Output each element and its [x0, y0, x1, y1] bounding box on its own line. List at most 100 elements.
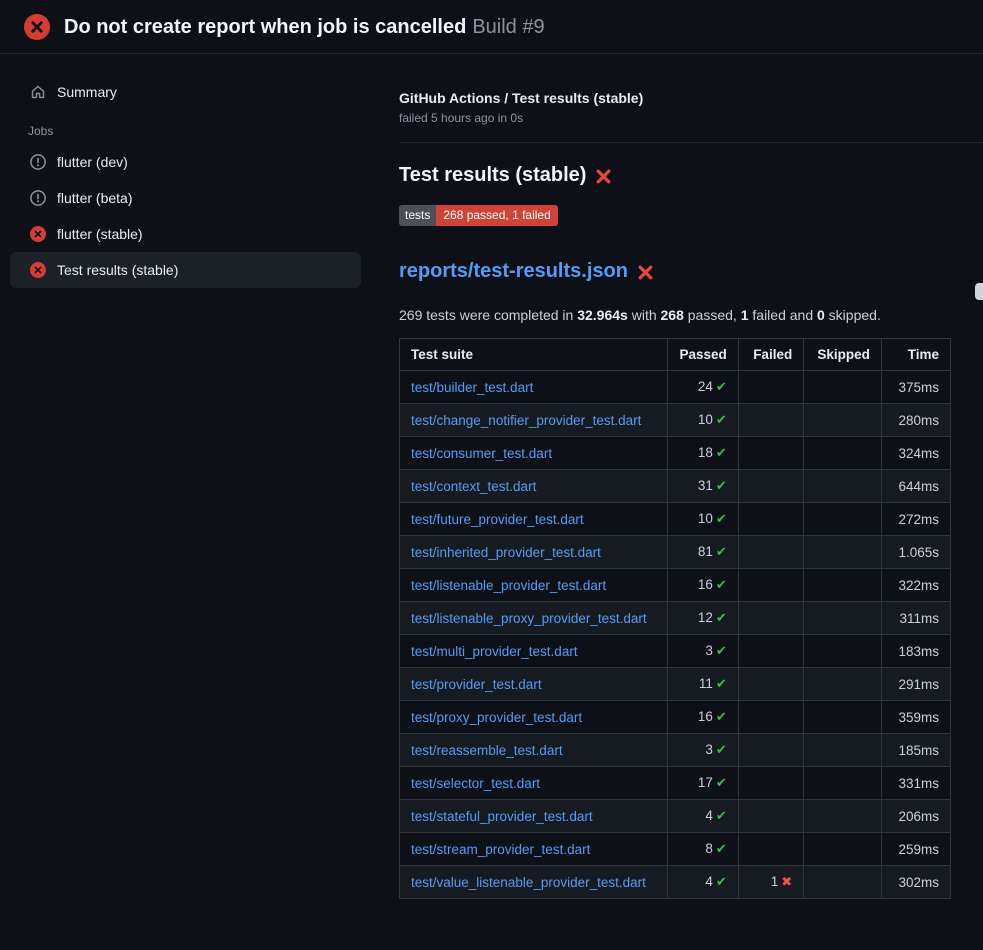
time-cell: 206ms	[881, 800, 950, 833]
passed-cell: 18✔	[668, 437, 738, 470]
time-cell: 185ms	[881, 734, 950, 767]
x-circle-fill-icon	[30, 262, 46, 278]
table-row: test/value_listenable_provider_test.dart…	[400, 866, 951, 899]
passed-cell: 11✔	[668, 668, 738, 701]
table-row: test/selector_test.dart17✔331ms	[400, 767, 951, 800]
skipped-cell	[804, 470, 882, 503]
suite-link[interactable]: test/value_listenable_provider_test.dart	[411, 875, 646, 890]
suite-link[interactable]: test/consumer_test.dart	[411, 446, 552, 461]
check-icon: ✔	[716, 808, 727, 823]
check-icon: ✔	[716, 412, 727, 427]
suite-link[interactable]: test/stateful_provider_test.dart	[411, 809, 593, 824]
table-row: test/provider_test.dart 11✔ 291ms	[400, 668, 951, 701]
summary-line: 269 tests were completed in 32.964s with…	[399, 307, 983, 323]
failed-cell	[738, 503, 803, 536]
sidebar-job-item[interactable]: flutter (stable)	[10, 216, 361, 252]
suite-link[interactable]: test/stream_provider_test.dart	[411, 842, 590, 857]
page-title: Do not create report when job is cancell…	[64, 16, 466, 38]
skipped-cell	[804, 800, 882, 833]
passed-cell: 4✔	[668, 866, 738, 899]
topbar: Do not create report when job is cancell…	[0, 0, 983, 54]
passed-cell: 8✔	[668, 833, 738, 866]
column-header: Skipped	[804, 339, 882, 371]
check-icon: ✔	[716, 577, 727, 592]
suite-link[interactable]: test/reassemble_test.dart	[411, 743, 563, 758]
sidebar-job-item[interactable]: flutter (dev)	[10, 144, 361, 180]
suite-cell: test/change_notifier_provider_test.dart	[400, 404, 668, 437]
skipped-cell	[804, 569, 882, 602]
table-row: test/multi_provider_test.dart3✔183ms	[400, 635, 951, 668]
suite-cell: test/proxy_provider_test.dart	[400, 701, 668, 734]
suite-cell: test/builder_test.dart	[400, 371, 668, 404]
passed-cell: 3✔	[668, 734, 738, 767]
section-heading-text: Test results (stable)	[399, 164, 586, 187]
passed-cell: 16✔	[668, 569, 738, 602]
badge-value: 268 passed, 1 failed	[436, 205, 557, 226]
skipped-cell	[804, 635, 882, 668]
table-row: test/listenable_provider_test.dart16✔322…	[400, 569, 951, 602]
failed-cell	[738, 602, 803, 635]
alert-circle-icon	[30, 154, 46, 170]
job-label: Test results (stable)	[57, 262, 178, 278]
suite-link[interactable]: test/listenable_proxy_provider_test.dart	[411, 611, 647, 626]
breadcrumb: GitHub Actions / Test results (stable)	[399, 90, 983, 106]
check-icon: ✔	[716, 841, 727, 856]
passed-cell: 17✔	[668, 767, 738, 800]
suite-link[interactable]: test/builder_test.dart	[411, 380, 533, 395]
suite-cell: test/listenable_proxy_provider_test.dart	[400, 602, 668, 635]
skipped-cell	[804, 866, 882, 899]
table-row: test/stream_provider_test.dart8✔259ms	[400, 833, 951, 866]
sidebar-job-item[interactable]: flutter (beta)	[10, 180, 361, 216]
table-row: test/builder_test.dart 24✔ 375ms	[400, 371, 951, 404]
column-header: Passed	[668, 339, 738, 371]
report-heading: reports/test-results.json	[399, 260, 983, 283]
time-cell: 644ms	[881, 470, 950, 503]
failed-cell	[738, 569, 803, 602]
report-file-link[interactable]: reports/test-results.json	[399, 260, 628, 283]
build-number: Build #9	[472, 16, 544, 38]
table-row: test/future_provider_test.dart10✔272ms	[400, 503, 951, 536]
suite-link[interactable]: test/multi_provider_test.dart	[411, 644, 578, 659]
sidebar-item-summary[interactable]: Summary	[10, 76, 361, 108]
check-icon: ✔	[716, 874, 727, 889]
skipped-cell	[804, 767, 882, 800]
suite-cell: test/consumer_test.dart	[400, 437, 668, 470]
suite-cell: test/listenable_provider_test.dart	[400, 569, 668, 602]
home-icon	[30, 84, 46, 100]
table-row: test/consumer_test.dart18✔324ms	[400, 437, 951, 470]
column-header: Time	[881, 339, 950, 371]
time-cell: 291ms	[881, 668, 950, 701]
time-cell: 375ms	[881, 371, 950, 404]
passed-cell: 31✔	[668, 470, 738, 503]
scrollbar-thumb[interactable]	[975, 283, 983, 300]
suite-link[interactable]: test/provider_test.dart	[411, 677, 542, 692]
table-row: test/change_notifier_provider_test.dart 1…	[400, 404, 951, 437]
check-run-page: Do not create report when job is cancell…	[0, 0, 983, 950]
sidebar-jobs: flutter (dev) flutter (beta)flutter (stab…	[10, 144, 361, 288]
suite-link[interactable]: test/inherited_provider_test.dart	[411, 545, 601, 560]
time-cell: 272ms	[881, 503, 950, 536]
suite-link[interactable]: test/future_provider_test.dart	[411, 512, 584, 527]
suite-cell: test/provider_test.dart	[400, 668, 668, 701]
failed-cell: 1✖	[738, 866, 803, 899]
check-icon: ✔	[716, 643, 727, 658]
check-icon: ✔	[716, 742, 727, 757]
failed-cell	[738, 536, 803, 569]
passed-cell: 24✔	[668, 371, 738, 404]
job-label: flutter (dev)	[57, 154, 128, 170]
failed-cell	[738, 371, 803, 404]
suite-link[interactable]: test/listenable_provider_test.dart	[411, 578, 606, 593]
time-cell: 359ms	[881, 701, 950, 734]
suite-link[interactable]: test/selector_test.dart	[411, 776, 540, 791]
suite-link[interactable]: test/context_test.dart	[411, 479, 536, 494]
suite-link[interactable]: test/proxy_provider_test.dart	[411, 710, 582, 725]
suite-link[interactable]: test/change_notifier_provider_test.dart	[411, 413, 641, 428]
check-icon: ✔	[716, 709, 727, 724]
suite-cell: test/stream_provider_test.dart	[400, 833, 668, 866]
passed-cell: 10✔	[668, 404, 738, 437]
sidebar-job-item[interactable]: Test results (stable)	[10, 252, 361, 288]
passed-cell: 81✔	[668, 536, 738, 569]
failed-cell	[738, 470, 803, 503]
test-results-table: Test suitePassedFailedSkippedTime test/b…	[399, 338, 951, 899]
check-icon: ✔	[716, 379, 727, 394]
